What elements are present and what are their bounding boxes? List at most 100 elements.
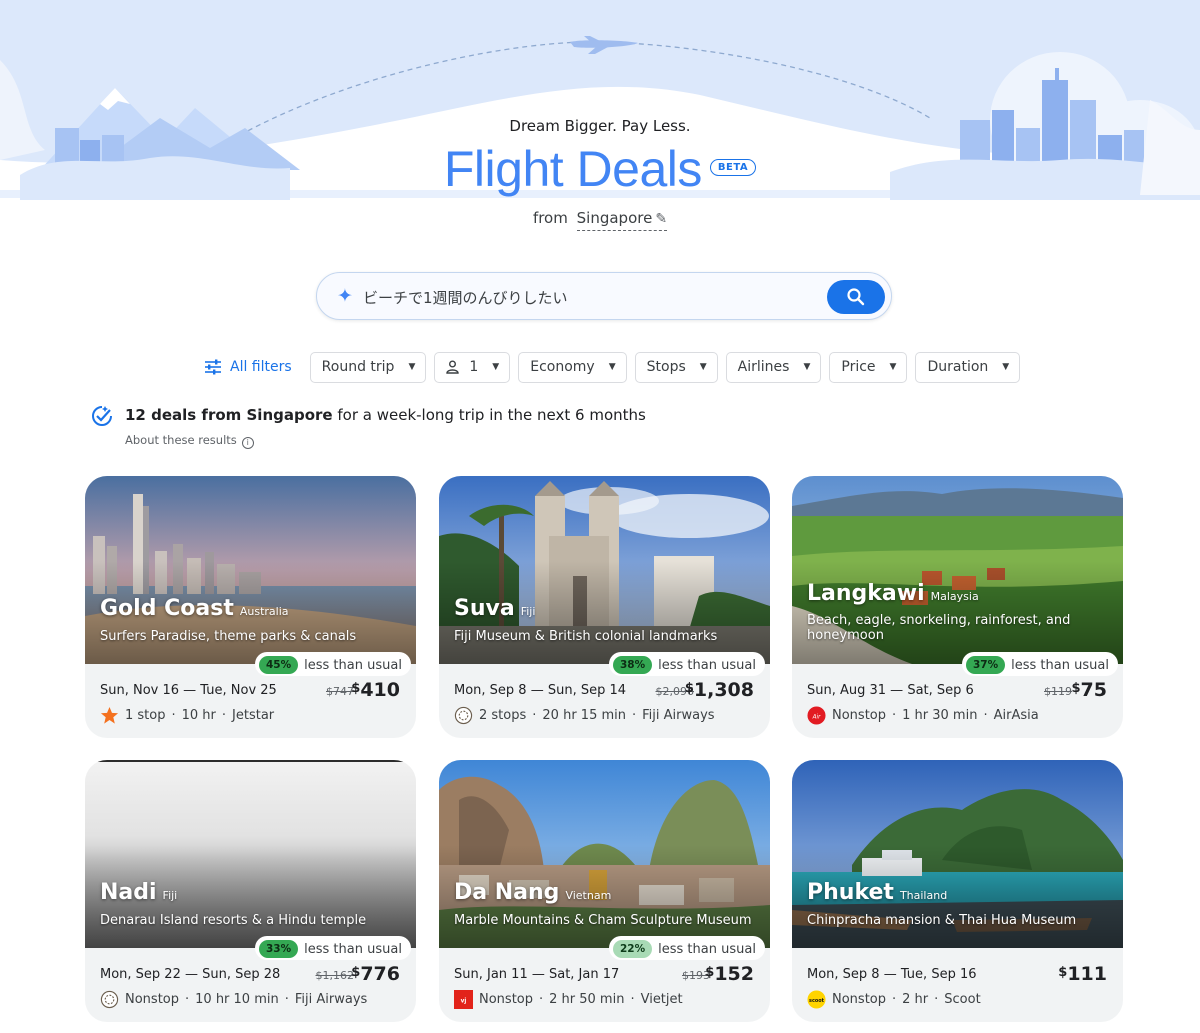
svg-text:Air: Air <box>812 714 821 720</box>
separator-dot: · <box>532 708 537 723</box>
passengers-dropdown[interactable]: 1 ▼ <box>434 351 511 383</box>
trip-type-dropdown[interactable]: Round trip ▼ <box>309 351 427 383</box>
hero-tagline: Dream Bigger. Pay Less. <box>509 117 691 135</box>
flight-deals-page: Dream Bigger. Pay Less. Flight Deals BETA… <box>0 0 1200 1033</box>
airlines-dropdown[interactable]: Airlines ▼ <box>725 351 822 383</box>
destination-country: Fiji <box>162 889 178 902</box>
price-value: 410 <box>360 679 400 701</box>
separator-dot: · <box>892 992 897 1007</box>
airlines-label: Airlines <box>737 359 790 375</box>
search-input[interactable] <box>363 284 813 310</box>
airasia-icon: Air <box>807 706 826 725</box>
deal-card-phuket[interactable]: Phuket Thailand Chinpracha mansion & Thai… <box>792 760 1123 1022</box>
origin-city-selector[interactable]: Singapore ✎ <box>576 209 668 231</box>
discount-badge: 45% less than usual <box>255 652 411 676</box>
deal-card-suva[interactable]: Suva Fiji Fiji Museum & British colonial … <box>439 476 770 738</box>
price-label: Price <box>841 359 876 375</box>
discount-label: less than usual <box>658 657 756 673</box>
flight-duration: 1 hr 30 min <box>902 708 978 723</box>
destination-country: Thailand <box>899 889 948 902</box>
destination-description: Marble Mountains & Cham Sculpture Museum <box>454 913 752 928</box>
stops-info: 1 stop <box>125 708 166 723</box>
search-button[interactable] <box>827 280 885 314</box>
deal-card-da-nang[interactable]: Da Nang Vietnam Marble Mountains & Cham S… <box>439 760 770 1022</box>
currency-symbol: $ <box>351 681 361 696</box>
discount-percent: 45% <box>259 656 299 674</box>
duration-dropdown[interactable]: Duration ▼ <box>915 351 1021 383</box>
trip-dates: Sun, Jan 11 — Sat, Jan 17 <box>454 967 620 982</box>
beta-badge: BETA <box>709 158 757 176</box>
discount-percent: 37% <box>966 656 1006 674</box>
price-dropdown[interactable]: Price ▼ <box>829 351 908 383</box>
svg-text:scoot: scoot <box>809 998 825 1004</box>
sparkle-icon: ✦ <box>337 285 353 307</box>
caret-down-icon: ▼ <box>699 362 707 372</box>
cabin-class-dropdown[interactable]: Economy ▼ <box>518 351 627 383</box>
caret-down-icon: ▼ <box>1002 362 1010 372</box>
trip-type-label: Round trip <box>321 359 395 375</box>
all-filters-label: All filters <box>230 359 292 375</box>
deal-price: $776 <box>351 963 400 985</box>
destination-description: Beach, eagle, snorkeling, rainforest, an… <box>807 613 1071 643</box>
price-value: 111 <box>1067 963 1107 985</box>
currency-symbol: $ <box>705 965 715 980</box>
destination-name-row: Langkawi Malaysia <box>807 581 979 606</box>
trip-dates: Mon, Sep 8 — Sun, Sep 14 <box>454 683 627 698</box>
destination-city: Suva <box>454 596 515 621</box>
discount-percent: 38% <box>613 656 653 674</box>
separator-dot: · <box>632 708 637 723</box>
typical-price: $119 <box>1044 685 1072 698</box>
destination-name-row: Nadi Fiji <box>100 880 177 905</box>
origin-city-label: Singapore <box>576 209 653 227</box>
destination-city: Da Nang <box>454 880 560 905</box>
caret-down-icon: ▼ <box>608 362 616 372</box>
stops-info: Nonstop <box>125 992 179 1007</box>
destination-name-row: Da Nang Vietnam <box>454 880 611 905</box>
about-results-link[interactable]: About these results i <box>125 433 254 449</box>
caret-down-icon: ▼ <box>492 362 500 372</box>
flight-info: 2 stops · 20 hr 15 min · Fiji Airways <box>454 706 715 725</box>
separator-dot: · <box>630 992 635 1007</box>
deal-price: $111 <box>1058 963 1107 985</box>
flight-duration: 10 hr <box>181 708 216 723</box>
discount-label: less than usual <box>304 657 402 673</box>
discount-label: less than usual <box>658 941 756 957</box>
stops-dropdown[interactable]: Stops ▼ <box>634 351 718 383</box>
scoot-icon: scoot <box>807 990 826 1009</box>
cabin-class-label: Economy <box>530 359 595 375</box>
typical-price: $747 <box>326 685 354 698</box>
person-icon <box>446 360 460 374</box>
deal-card-gold-coast[interactable]: Gold Coast Australia Surfers Paradise, th… <box>85 476 416 738</box>
airline-name: Fiji Airways <box>294 992 368 1007</box>
price-value: 152 <box>714 963 754 985</box>
deal-card-nadi[interactable]: Nadi Fiji Denarau Island resorts & a Hind… <box>85 760 416 1022</box>
destination-name-row: Phuket Thailand <box>807 880 947 905</box>
stops-label: Stops <box>646 359 686 375</box>
flight-duration: 2 hr 50 min <box>549 992 625 1007</box>
page-title: Flight Deals <box>443 141 703 197</box>
deal-price: $75 <box>1072 679 1108 701</box>
title-row: Flight Deals BETA <box>0 140 1200 198</box>
fiji-airways-icon <box>100 990 119 1009</box>
airline-name: Jetstar <box>232 708 275 723</box>
flight-info: Air Nonstop · 1 hr 30 min · AirAsia <box>807 706 1039 725</box>
all-filters-button[interactable]: All filters <box>204 359 292 375</box>
flight-info: 1 stop · 10 hr · Jetstar <box>100 706 274 725</box>
discount-badge: 37% less than usual <box>962 652 1118 676</box>
destination-name-row: Gold Coast Australia <box>100 596 289 621</box>
airline-name: Scoot <box>944 992 981 1007</box>
separator-dot: · <box>983 708 988 723</box>
trip-dates: Mon, Sep 8 — Tue, Sep 16 <box>807 967 977 982</box>
airline-name: AirAsia <box>993 708 1039 723</box>
stops-info: 2 stops <box>479 708 527 723</box>
info-icon: i <box>241 437 254 449</box>
destination-description: Chinpracha mansion & Thai Hua Museum <box>807 913 1077 928</box>
caret-down-icon: ▼ <box>408 362 416 372</box>
destination-country: Australia <box>239 605 289 618</box>
separator-dot: · <box>934 992 939 1007</box>
trip-dates: Sun, Nov 16 — Tue, Nov 25 <box>100 683 277 698</box>
results-count: 12 deals from Singapore <box>125 406 333 424</box>
deal-card-langkawi[interactable]: Langkawi Malaysia Beach, eagle, snorkelin… <box>792 476 1123 738</box>
discount-percent: 22% <box>613 940 653 958</box>
discount-badge: 38% less than usual <box>609 652 765 676</box>
